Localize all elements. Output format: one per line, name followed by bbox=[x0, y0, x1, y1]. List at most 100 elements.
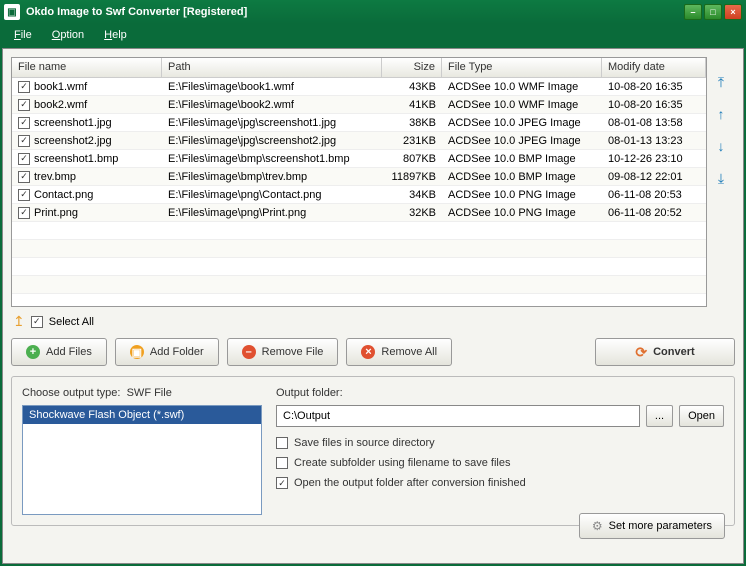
menu-help[interactable]: Help bbox=[96, 27, 135, 43]
up-folder-icon[interactable]: ↥ bbox=[13, 313, 25, 330]
remove-all-button[interactable]: ×Remove All bbox=[346, 338, 452, 366]
row-filename: Contact.png bbox=[34, 189, 93, 201]
row-size: 807KB bbox=[382, 151, 442, 167]
table-row[interactable]: ✓screenshot1.bmpE:\Files\image\bmp\scree… bbox=[12, 150, 706, 168]
col-filename[interactable]: File name bbox=[12, 58, 162, 77]
file-list-body: ✓book1.wmfE:\Files\image\book1.wmf43KBAC… bbox=[12, 78, 706, 306]
table-row[interactable]: ✓ book1.wmf E:\Files\image\book1.wmf43KBAC… bbox=[12, 78, 706, 96]
table-row[interactable]: ✓ Contact.png E:\Files\image\png\Contact.p… bbox=[12, 186, 706, 204]
row-checkbox[interactable]: ✓ bbox=[18, 81, 30, 93]
row-size: 34KB bbox=[382, 187, 442, 203]
col-modifydate[interactable]: Modify date bbox=[602, 58, 706, 77]
menu-file[interactable]: File bbox=[6, 27, 40, 43]
col-size[interactable]: Size bbox=[382, 58, 442, 77]
row-date: 10-08-20 16:35 bbox=[602, 79, 706, 95]
row-date: 08-01-08 13:58 bbox=[602, 115, 706, 131]
row-checkbox[interactable]: ✓ bbox=[18, 117, 30, 129]
move-down-icon[interactable]: ↓ bbox=[712, 137, 730, 155]
table-row[interactable]: ✓trev.bmpE:\Files\image\bmp\trev.bmp1189… bbox=[12, 168, 706, 186]
row-date: 10-12-26 23:10 bbox=[602, 151, 706, 167]
table-row-empty bbox=[12, 294, 706, 306]
row-size: 43KB bbox=[382, 79, 442, 95]
select-all-checkbox[interactable]: ✓ bbox=[31, 316, 43, 328]
table-row[interactable]: ✓book2.wmfE:\Files\image\book2.wmf41KBAC… bbox=[12, 96, 706, 114]
row-size: 32KB bbox=[382, 205, 442, 221]
x-icon: × bbox=[361, 345, 375, 359]
menubar: File Option Help bbox=[0, 24, 746, 46]
row-date: 09-08-12 22:01 bbox=[602, 169, 706, 185]
col-path[interactable]: Path bbox=[162, 58, 382, 77]
remove-file-button[interactable]: –Remove File bbox=[227, 338, 339, 366]
row-checkbox[interactable]: ✓ bbox=[18, 189, 30, 201]
row-path: E:\Files\image\jpg\screenshot2.jpg bbox=[162, 133, 382, 149]
convert-button[interactable]: ⟳Convert bbox=[595, 338, 735, 366]
plus-icon: + bbox=[26, 345, 40, 359]
table-row-empty bbox=[12, 276, 706, 294]
minimize-button[interactable]: – bbox=[684, 4, 702, 20]
close-button[interactable]: × bbox=[724, 4, 742, 20]
table-row[interactable]: ✓ Print.png E:\Files\image\png\Print.png32… bbox=[12, 204, 706, 222]
titlebar: ▣ Okdo Image to Swf Converter [Registere… bbox=[0, 0, 746, 24]
row-type: ACDSee 10.0 JPEG Image bbox=[442, 115, 602, 131]
row-checkbox[interactable]: ✓ bbox=[18, 135, 30, 147]
output-folder-label: Output folder: bbox=[276, 387, 724, 399]
row-type: ACDSee 10.0 WMF Image bbox=[442, 79, 602, 95]
row-path: E:\Files\image\png\Print.png bbox=[162, 205, 382, 221]
row-filename: screenshot1.bmp bbox=[34, 153, 118, 165]
window-title: Okdo Image to Swf Converter [Registered] bbox=[26, 6, 684, 18]
row-checkbox[interactable]: ✓ bbox=[18, 171, 30, 183]
minus-icon: – bbox=[242, 345, 256, 359]
maximize-button[interactable]: □ bbox=[704, 4, 722, 20]
browse-button[interactable]: ... bbox=[646, 405, 673, 427]
set-more-parameters-button[interactable]: ⚙Set more parameters bbox=[579, 513, 725, 539]
file-list: File name Path Size File Type Modify dat… bbox=[11, 57, 707, 307]
output-folder-input[interactable] bbox=[276, 405, 640, 427]
output-type-item[interactable]: Shockwave Flash Object (*.swf) bbox=[23, 406, 261, 424]
folder-icon: ▣ bbox=[130, 345, 144, 359]
row-type: ACDSee 10.0 BMP Image bbox=[442, 151, 602, 167]
row-filename: trev.bmp bbox=[34, 171, 76, 183]
opt-save-source-label: Save files in source directory bbox=[294, 437, 435, 449]
row-filename: screenshot1.jpg bbox=[34, 117, 112, 129]
row-type: ACDSee 10.0 JPEG Image bbox=[442, 133, 602, 149]
open-folder-button[interactable]: Open bbox=[679, 405, 724, 427]
row-checkbox[interactable]: ✓ bbox=[18, 207, 30, 219]
select-all-label: Select All bbox=[49, 316, 94, 328]
content-area: File name Path Size File Type Modify dat… bbox=[2, 48, 744, 564]
table-row[interactable]: ✓ screenshot2.jpg E:\Files\image\jpg\scree… bbox=[12, 132, 706, 150]
row-path: E:\Files\image\bmp\trev.bmp bbox=[162, 169, 382, 185]
output-type-list[interactable]: Shockwave Flash Object (*.swf) bbox=[22, 405, 262, 515]
menu-option[interactable]: Option bbox=[44, 27, 92, 43]
opt-open-after-checkbox[interactable]: ✓ bbox=[276, 477, 288, 489]
row-type: ACDSee 10.0 PNG Image bbox=[442, 205, 602, 221]
move-up-icon[interactable]: ↑ bbox=[712, 105, 730, 123]
table-row-empty bbox=[12, 222, 706, 240]
row-type: ACDSee 10.0 PNG Image bbox=[442, 187, 602, 203]
row-filename: screenshot2.jpg bbox=[34, 135, 112, 147]
reorder-buttons: ⤒ ↑ ↓ ⤓ bbox=[707, 57, 735, 307]
file-list-header: File name Path Size File Type Modify dat… bbox=[12, 58, 706, 78]
opt-save-source-checkbox[interactable] bbox=[276, 437, 288, 449]
row-path: E:\Files\image\book2.wmf bbox=[162, 97, 382, 113]
row-type: ACDSee 10.0 WMF Image bbox=[442, 97, 602, 113]
col-filetype[interactable]: File Type bbox=[442, 58, 602, 77]
add-folder-button[interactable]: ▣Add Folder bbox=[115, 338, 219, 366]
move-top-icon[interactable]: ⤒ bbox=[712, 73, 730, 91]
row-date: 10-08-20 16:35 bbox=[602, 97, 706, 113]
add-files-button[interactable]: +Add Files bbox=[11, 338, 107, 366]
output-type-label: Choose output type: SWF File bbox=[22, 387, 262, 399]
table-row[interactable]: ✓screenshot1.jpgE:\Files\image\jpg\scree… bbox=[12, 114, 706, 132]
opt-subfolder-checkbox[interactable] bbox=[276, 457, 288, 469]
gear-icon: ⚙ bbox=[592, 519, 603, 533]
row-checkbox[interactable]: ✓ bbox=[18, 153, 30, 165]
row-filename: book1.wmf bbox=[34, 81, 87, 93]
row-type: ACDSee 10.0 BMP Image bbox=[442, 169, 602, 185]
table-row-empty bbox=[12, 258, 706, 276]
app-icon: ▣ bbox=[4, 4, 20, 20]
row-path: E:\Files\image\book1.wmf bbox=[162, 79, 382, 95]
row-checkbox[interactable]: ✓ bbox=[18, 99, 30, 111]
move-bottom-icon[interactable]: ⤓ bbox=[712, 169, 730, 187]
row-filename: Print.png bbox=[34, 207, 78, 219]
row-size: 231KB bbox=[382, 133, 442, 149]
row-path: E:\Files\image\png\Contact.png bbox=[162, 187, 382, 203]
